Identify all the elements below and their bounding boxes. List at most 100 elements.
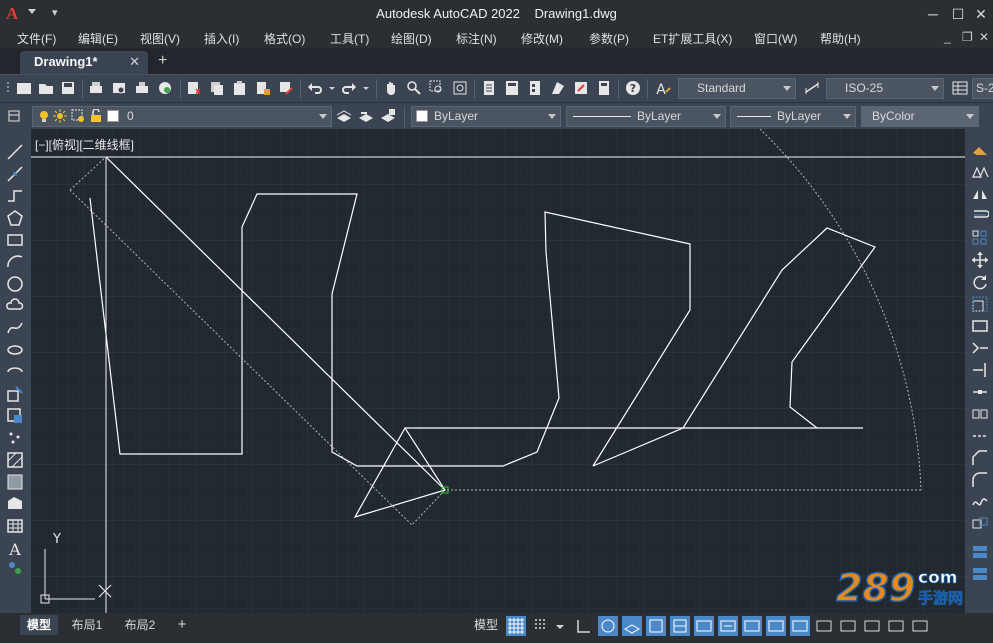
point-tool-icon[interactable]: [6, 429, 24, 447]
publish-web-icon[interactable]: [157, 80, 173, 96]
break-at-point-icon[interactable]: [971, 383, 989, 401]
tab-model[interactable]: 模型: [20, 615, 58, 635]
lineweight-select[interactable]: ByLayer: [730, 106, 856, 127]
menu-parametric[interactable]: 参数(P): [589, 30, 629, 47]
calculator-icon[interactable]: [596, 80, 612, 96]
gradient-tool-icon[interactable]: [6, 473, 24, 491]
hardware-acceleration-icon[interactable]: [886, 616, 906, 636]
circle-tool-icon[interactable]: [6, 275, 24, 293]
tab-close-icon[interactable]: ✕: [129, 51, 140, 73]
pan-hand-icon[interactable]: [383, 80, 399, 96]
menu-modify[interactable]: 修改(M): [521, 30, 563, 47]
tab-layout2[interactable]: 布局2: [119, 615, 161, 635]
model-space-button[interactable]: 模型: [474, 616, 498, 633]
open-folder-icon[interactable]: [38, 80, 54, 96]
spline-tool-icon[interactable]: [6, 319, 24, 337]
model-space-drawing[interactable]: Y: [31, 129, 965, 613]
sun-freeze-icon[interactable]: [53, 109, 67, 123]
properties-icon[interactable]: [481, 80, 497, 96]
ellipse-tool-icon[interactable]: [6, 341, 24, 359]
new-file-icon[interactable]: [16, 80, 32, 96]
undo-icon[interactable]: [307, 80, 323, 96]
linetype-select[interactable]: ByLayer: [566, 106, 726, 127]
stretch-tool-icon[interactable]: [971, 317, 989, 335]
polygon-tool-icon[interactable]: [6, 209, 24, 227]
snap-mode-icon[interactable]: [532, 616, 552, 636]
menu-file[interactable]: 文件(F): [17, 30, 56, 47]
tab-drawing1[interactable]: Drawing1* ✕: [20, 51, 148, 74]
fillet-tool-icon[interactable]: [971, 471, 989, 489]
join-tool-icon[interactable]: [971, 427, 989, 445]
explode-tool-icon[interactable]: [971, 515, 989, 533]
hatch-tool-icon[interactable]: [6, 451, 24, 469]
polar-tracking-icon[interactable]: [598, 616, 618, 636]
menu-format[interactable]: 格式(O): [264, 30, 305, 47]
menu-edit[interactable]: 编辑(E): [78, 30, 118, 47]
menu-tools[interactable]: 工具(T): [330, 30, 369, 47]
add-selected-icon[interactable]: [6, 559, 24, 577]
lightbulb-icon[interactable]: [37, 109, 51, 123]
isodraft-icon[interactable]: [622, 616, 642, 636]
quick-properties-icon[interactable]: [814, 616, 834, 636]
tool-palettes-icon[interactable]: [527, 80, 543, 96]
tab-layout1[interactable]: 布局1: [66, 615, 108, 635]
array-tool-icon[interactable]: [971, 229, 989, 247]
arc-tool-icon[interactable]: [6, 253, 24, 271]
lineweight-display-icon[interactable]: [694, 616, 714, 636]
doc-close-button[interactable]: ✕: [979, 30, 989, 44]
undo-dropdown-icon[interactable]: [328, 80, 336, 96]
menu-express-tools[interactable]: ET扩展工具(X): [653, 30, 732, 47]
erase-tool-icon[interactable]: [971, 141, 989, 159]
menu-window[interactable]: 窗口(W): [754, 30, 797, 47]
layer-previous-icon[interactable]: [358, 108, 374, 124]
mirror-tool-icon[interactable]: [971, 185, 989, 203]
add-layout-button[interactable]: +: [172, 615, 192, 635]
save-icon[interactable]: [60, 80, 76, 96]
object-snap-icon[interactable]: [670, 616, 690, 636]
make-current-layer-icon[interactable]: [336, 108, 352, 124]
markup-icon[interactable]: [573, 80, 589, 96]
zoom-window-icon[interactable]: [429, 80, 445, 96]
table-style-select[interactable]: S-2: [972, 78, 993, 99]
help-icon[interactable]: ?: [625, 80, 641, 96]
multiline-text-icon[interactable]: A: [6, 539, 24, 557]
construction-line-icon[interactable]: [6, 165, 24, 183]
insert-block-icon[interactable]: [6, 385, 24, 403]
ortho-mode-icon[interactable]: [574, 616, 594, 636]
copy-icon[interactable]: [209, 80, 225, 96]
zoom-realtime-icon[interactable]: [406, 80, 422, 96]
block-editor-icon[interactable]: [278, 80, 294, 96]
offset-tool-icon[interactable]: [971, 207, 989, 225]
match-properties-icon[interactable]: [255, 80, 271, 96]
toolbar-grip-icon[interactable]: [4, 80, 12, 96]
trim-tool-icon[interactable]: [971, 339, 989, 357]
selection-cycling-icon[interactable]: [742, 616, 762, 636]
zoom-previous-icon[interactable]: [452, 80, 468, 96]
line-tool-icon[interactable]: [6, 143, 24, 161]
menu-help[interactable]: 帮助(H): [820, 30, 861, 47]
extend-tool-icon[interactable]: [971, 361, 989, 379]
text-style-icon[interactable]: A: [655, 80, 671, 96]
menu-insert[interactable]: 插入(I): [204, 30, 239, 47]
redo-icon[interactable]: [341, 80, 357, 96]
revision-cloud-icon[interactable]: [6, 297, 24, 315]
text-style-select[interactable]: Standard: [678, 78, 796, 99]
lock-ui-icon[interactable]: [838, 616, 858, 636]
annotation-monitor-icon[interactable]: [766, 616, 786, 636]
clean-screen-icon[interactable]: [910, 616, 930, 636]
sheet-set-icon[interactable]: [550, 80, 566, 96]
plot-preview-icon[interactable]: [111, 80, 127, 96]
move-tool-icon[interactable]: [971, 251, 989, 269]
doc-restore-button[interactable]: ❐: [962, 30, 973, 44]
publish-icon[interactable]: [134, 80, 150, 96]
dimension-style-select[interactable]: ISO-25: [826, 78, 944, 99]
redo-dropdown-icon[interactable]: [362, 80, 370, 96]
snap-dropdown-icon[interactable]: [554, 616, 566, 636]
polyline-tool-icon[interactable]: [6, 187, 24, 205]
palette-icon[interactable]: [971, 543, 989, 561]
viewport-freeze-icon[interactable]: [71, 109, 85, 123]
unlock-icon[interactable]: [89, 109, 103, 123]
print-icon[interactable]: [88, 80, 104, 96]
dimension-style-icon[interactable]: [804, 80, 820, 96]
close-button[interactable]: ✕: [966, 2, 993, 26]
